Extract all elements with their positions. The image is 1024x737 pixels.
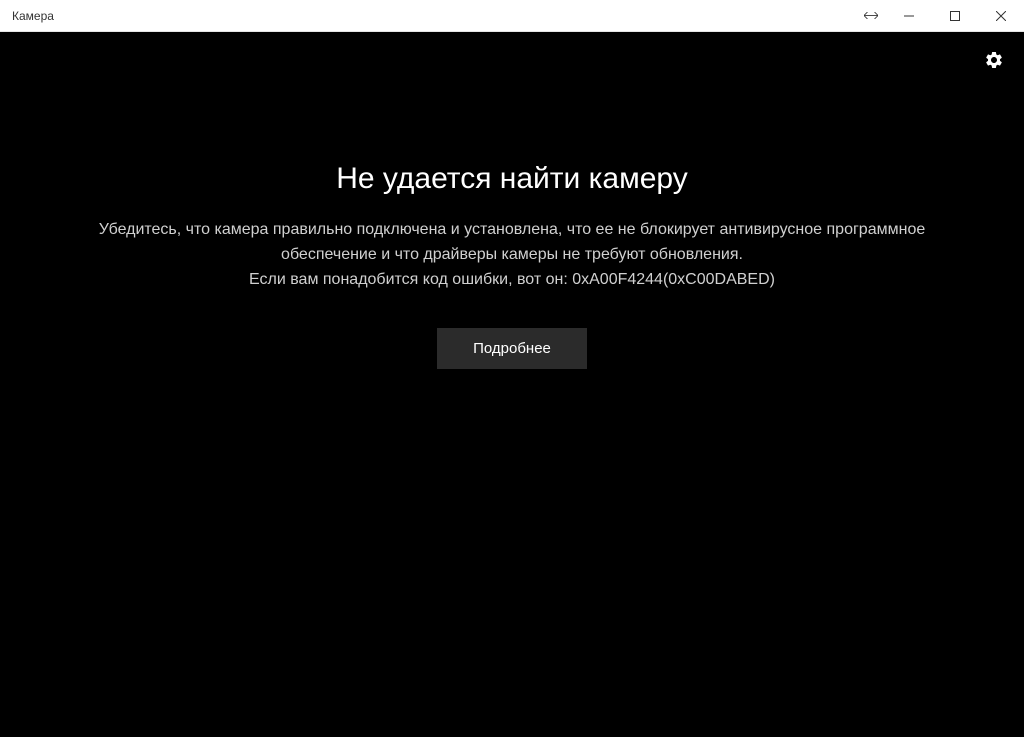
settings-button[interactable] xyxy=(982,50,1006,74)
titlebar-left: Камера xyxy=(0,9,54,23)
window-title: Камера xyxy=(12,9,54,23)
titlebar-right xyxy=(856,0,1024,31)
app-content: Не удается найти камеру Убедитесь, что к… xyxy=(0,32,1024,737)
error-title: Не удается найти камеру xyxy=(336,162,688,196)
window-titlebar: Камера xyxy=(0,0,1024,32)
minimize-button[interactable] xyxy=(886,0,932,31)
error-description: Убедитесь, что камера правильно подключе… xyxy=(72,218,952,268)
error-container: Не удается найти камеру Убедитесь, что к… xyxy=(32,162,992,369)
error-code: Если вам понадобится код ошибки, вот он:… xyxy=(249,268,775,293)
maximize-button[interactable] xyxy=(932,0,978,31)
resize-horizontal-icon xyxy=(856,0,886,31)
gear-icon xyxy=(984,50,1004,75)
close-button[interactable] xyxy=(978,0,1024,31)
details-button[interactable]: Подробнее xyxy=(437,328,587,369)
